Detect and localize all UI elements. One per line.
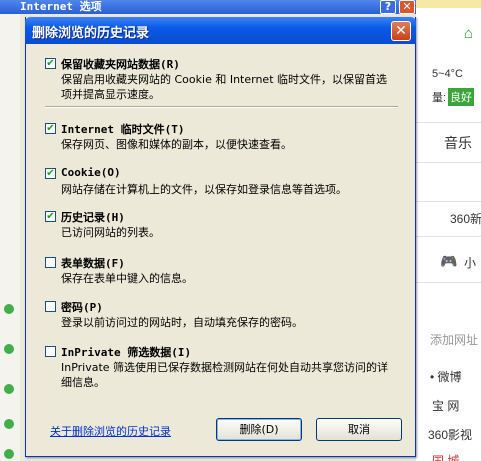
checkbox[interactable]: ✔: [45, 211, 56, 222]
option-description: 网站存储在计算机上的文件，以保存如登录信息等首选项。: [61, 183, 347, 196]
weather-text: 5~4°C: [432, 68, 464, 80]
outer-close-button[interactable]: ✕: [399, 0, 415, 14]
separator: [45, 106, 398, 108]
taobao-link[interactable]: 宝 网: [432, 397, 459, 414]
close-button[interactable]: ✕: [391, 21, 411, 41]
browser-background: ⌂ 5~4°C 量: 良好 音乐 360新 🎮 小 添加网址 • 微博 宝 网 …: [416, 0, 481, 461]
option-description: InPrivate 筛选使用已保存数据检测网站在何处自动共享您访问的详细信息。: [61, 361, 389, 389]
checkbox[interactable]: ✔: [45, 58, 56, 69]
divider: [416, 236, 481, 237]
divider: [416, 122, 481, 123]
air-quality-label: 量:: [432, 92, 447, 104]
option-title: Cookie(O): [61, 166, 121, 179]
green-dot-icon: [4, 384, 14, 394]
option-title: 保留收藏夹网站数据(R): [61, 58, 180, 71]
dialog-titlebar[interactable]: 删除浏览的历史记录 ✕: [25, 17, 416, 44]
checkbox[interactable]: [45, 346, 56, 357]
about-history-link[interactable]: 关于删除浏览的历史记录: [50, 423, 171, 439]
option-title: 历史记录(H): [61, 211, 125, 224]
green-dot-icon: [4, 419, 14, 429]
music-link[interactable]: 音乐: [444, 133, 472, 153]
checkbox[interactable]: ✔: [45, 168, 56, 179]
game-link[interactable]: 小: [464, 254, 476, 271]
site-360-link[interactable]: 360新: [450, 210, 481, 227]
divider: [416, 201, 481, 202]
option-description: 保留启用收藏夹网站的 Cookie 和 Internet 临时文件，以保留首选项…: [61, 73, 387, 101]
outer-help-button[interactable]: ?: [380, 0, 396, 14]
browser-top-bar: [416, 0, 481, 8]
option-title: 密码(P): [61, 301, 103, 314]
air-quality-badge: 良好: [448, 88, 474, 106]
option-description: 登录以前访问过的网站时，自动填充保存的密码。: [61, 316, 303, 329]
more-link[interactable]: 国 城: [432, 452, 459, 461]
option-title: InPrivate 筛选数据(I): [61, 346, 192, 359]
video-link[interactable]: 360影视: [428, 426, 472, 443]
cancel-button[interactable]: 取消: [316, 418, 402, 441]
weibo-link[interactable]: • 微博: [430, 368, 462, 385]
green-dot-icon: [4, 304, 14, 314]
green-dot-icon: [4, 449, 14, 459]
outer-left-strip: [0, 14, 20, 461]
home-icon[interactable]: ⌂: [464, 25, 473, 42]
checkbox[interactable]: [45, 301, 56, 312]
divider: [416, 162, 481, 163]
checkbox[interactable]: [45, 257, 56, 268]
divider: [416, 282, 481, 283]
add-url-link[interactable]: 添加网址: [430, 331, 478, 348]
green-dot-icon: [4, 344, 14, 354]
delete-browsing-history-dialog: 删除浏览的历史记录 ✕ ✔ 保留收藏夹网站数据(R) 保留启用收藏夹网站的 Co…: [25, 17, 416, 457]
option-description: 保存网页、图像和媒体的副本，以便快速查看。: [61, 138, 292, 151]
checkbox[interactable]: ✔: [45, 123, 56, 134]
option-title: Internet 临时文件(T): [61, 123, 185, 136]
option-title: 表单数据(F): [61, 257, 125, 270]
option-description: 保存在表单中键入的信息。: [61, 272, 193, 285]
option-description: 已访问网站的列表。: [61, 226, 160, 239]
delete-button[interactable]: 删除(D): [216, 418, 302, 441]
dialog-title: 删除浏览的历史记录: [32, 26, 150, 41]
gamepad-icon[interactable]: 🎮: [440, 253, 457, 270]
